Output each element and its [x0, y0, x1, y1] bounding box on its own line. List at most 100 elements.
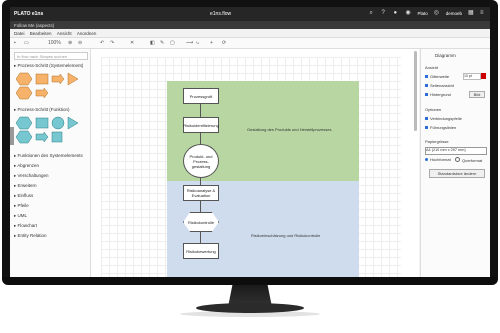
optionen-heading: Optionen [425, 107, 442, 112]
connector-arrow [200, 200, 201, 212]
section-funktionen[interactable]: ▸ Funktionen des Systemelements [14, 153, 83, 159]
menu-ansicht[interactable]: Ansicht [57, 31, 72, 36]
waypoints-icon[interactable]: ⤷ [196, 40, 199, 46]
section-uml[interactable]: ▸ UML [14, 213, 27, 219]
seitenansicht-label: Seitenansicht [430, 83, 455, 88]
section-label: Verschaltungen [17, 173, 49, 178]
canvas-scrollbar[interactable] [414, 51, 417, 131]
section-verschaltungen[interactable]: ▸ Verschaltungen [14, 173, 49, 179]
user-icon[interactable]: ◉ [405, 10, 411, 16]
app-brand: PLATO e1ns [14, 11, 44, 17]
node-risikokontrolle[interactable]: Risikokontrolle [183, 212, 219, 232]
paper-size-select[interactable]: A4 (210 mm x 297 mm) [425, 147, 487, 155]
section-label: Einfluss [17, 193, 34, 198]
save-icon[interactable]: ▪ [14, 40, 16, 46]
shapes-sidebar: In flow nach Shapes suchen ▸ Prozess-Sch… [10, 49, 91, 277]
section-label: Flowchart [17, 223, 38, 228]
menu-icon[interactable]: ≡ [480, 10, 486, 16]
redo-icon[interactable]: ↷ [110, 40, 114, 46]
shape-palette-system[interactable] [14, 71, 86, 101]
screen: PLATO e1ns e1ns.flow ⌕ ? ● ◉ Plato ◎ dem… [10, 7, 490, 277]
section-label: Erweitern [17, 183, 37, 188]
shadow-icon[interactable]: ▢ [170, 40, 175, 46]
grid-icon[interactable]: ▦ [468, 10, 474, 16]
zoom-level[interactable]: 100% [48, 40, 61, 46]
tab-bar: Follow Me (aspects) [10, 21, 490, 29]
section-label: Funktionen des Systemelements [17, 153, 83, 158]
insert-icon[interactable]: + [210, 40, 213, 46]
hintergrund-checkbox[interactable]: Hintergrund [425, 92, 451, 97]
zoom-out-icon[interactable]: ⊖ [78, 40, 82, 46]
fuehrungslinien-label: Führungslinien [430, 125, 457, 130]
search-icon[interactable]: ⌕ [369, 10, 375, 16]
monitor-stand-base [196, 303, 304, 313]
shape-search-input[interactable]: In flow nach Shapes suchen [14, 52, 88, 60]
globe-icon[interactable]: ◎ [434, 10, 440, 16]
hochformat-radio[interactable]: Hochformat [425, 157, 451, 162]
node-risikoidentifizierung[interactable]: Risikoidentifizierung [183, 117, 219, 133]
section-label: Pfeile [17, 203, 29, 208]
node-produkt-gestaltung[interactable]: Produkt- und Prozess-gestaltung [183, 144, 219, 178]
delete-icon[interactable]: ✕ [130, 40, 134, 46]
menu-anordnen[interactable]: Anordnen [77, 31, 97, 36]
section-erweitern[interactable]: ▸ Erweitern [14, 183, 37, 189]
connector-arrow [200, 103, 201, 117]
section-label: Prozess-Schritt (Funktion) [17, 107, 70, 112]
papiergroesse-heading: Papiergrösse [425, 139, 449, 144]
menu-bearbeiten[interactable]: Bearbeiten [30, 31, 52, 36]
workspace-name[interactable]: demoeb [446, 11, 462, 16]
section-einfluss[interactable]: ▸ Einfluss [14, 193, 33, 199]
help-icon[interactable]: ? [381, 10, 387, 16]
gitterweite-checkbox[interactable]: Gitterweite [425, 74, 449, 79]
topbar-icons: ⌕ ? ● ◉ Plato ◎ demoeb ▦ ≡ [369, 10, 486, 16]
connection-icon[interactable]: ⟶ [186, 40, 193, 46]
shape-palette-funktion[interactable] [14, 115, 86, 145]
section-entity-relation[interactable]: ▸ Entity Relation [14, 233, 47, 239]
section-flowchart[interactable]: ▸ Flowchart [14, 223, 37, 229]
bell-icon[interactable]: ● [393, 10, 399, 16]
hochformat-label: Hochformat [430, 157, 451, 162]
node-prozessgruft[interactable]: Prozessgruft [183, 88, 219, 104]
format-icon[interactable]: ▭ [24, 40, 29, 46]
format-panel: Diagramm Ansicht Gitterweite 10 pt Seite… [420, 49, 490, 277]
search-placeholder: In flow nach Shapes suchen [17, 54, 68, 59]
querformat-label: Querformat [462, 158, 483, 163]
file-title[interactable]: e1ns.flow [210, 11, 231, 17]
verbindungspfeile-checkbox[interactable]: Verbindungspfeile [425, 116, 462, 121]
node-risikoanalyse[interactable]: Risikoanalyse & Evaluation [183, 185, 219, 201]
fill-color-icon[interactable]: ◧ [150, 40, 155, 46]
reload-icon[interactable]: ⟳ [222, 40, 226, 46]
section-pfeile[interactable]: ▸ Pfeile [14, 203, 29, 209]
diagram-canvas[interactable]: Gestaltung des Produkts und Herstellproz… [91, 49, 419, 277]
zoom-in-icon[interactable]: ⊕ [68, 40, 72, 46]
format-panel-title[interactable]: Diagramm [435, 53, 456, 58]
hintergrund-label: Hintergrund [430, 92, 451, 97]
connector-arrow [200, 177, 201, 185]
line-color-icon[interactable]: ✎ [160, 40, 164, 46]
tab-title[interactable]: Follow Me (aspects) [14, 23, 54, 28]
section-prozess-funktion[interactable]: ▸ Prozess-Schritt (Funktion) [14, 107, 70, 113]
fuehrungslinien-checkbox[interactable]: Führungslinien [425, 125, 456, 130]
connector-arrow [200, 231, 201, 243]
lane-label-design: Gestaltung des Produkts und Herstellproz… [247, 127, 332, 132]
menu-bar: Datei Bearbeiten Ansicht Anordnen [10, 29, 490, 38]
section-label: Abgrenzen [17, 163, 40, 168]
section-prozess-system[interactable]: ▸ Prozess-Schritt (Systemelement) [14, 63, 83, 69]
grid-color-swatch[interactable] [481, 73, 486, 79]
sidebar-collapse-handle[interactable] [10, 127, 14, 145]
gitterweite-input[interactable]: 10 pt [463, 73, 481, 80]
querformat-radio[interactable]: Querformat [455, 157, 482, 163]
seitenansicht-checkbox[interactable]: Seitenansicht [425, 83, 454, 88]
toolbar: ▪ ▭ 100% ⊕ ⊖ ↶ ↷ ✕ ◧ ✎ ▢ ⟶ ⤷ + ⟳ [10, 38, 490, 49]
verbindungspfeile-label: Verbindungspfeile [430, 116, 462, 121]
user-name[interactable]: Plato [417, 11, 427, 16]
section-label: Entity Relation [17, 233, 47, 238]
standard-button[interactable]: Standardstore ändern [429, 169, 485, 178]
gitterweite-label: Gitterweite [430, 74, 450, 79]
bild-button[interactable]: Bild [469, 91, 485, 98]
monitor-chin [2, 277, 498, 285]
node-risikobewertung[interactable]: Risikobewertung [183, 243, 219, 259]
section-abgrenzen[interactable]: ▸ Abgrenzen [14, 163, 39, 169]
menu-datei[interactable]: Datei [14, 31, 25, 36]
undo-icon[interactable]: ↶ [100, 40, 104, 46]
